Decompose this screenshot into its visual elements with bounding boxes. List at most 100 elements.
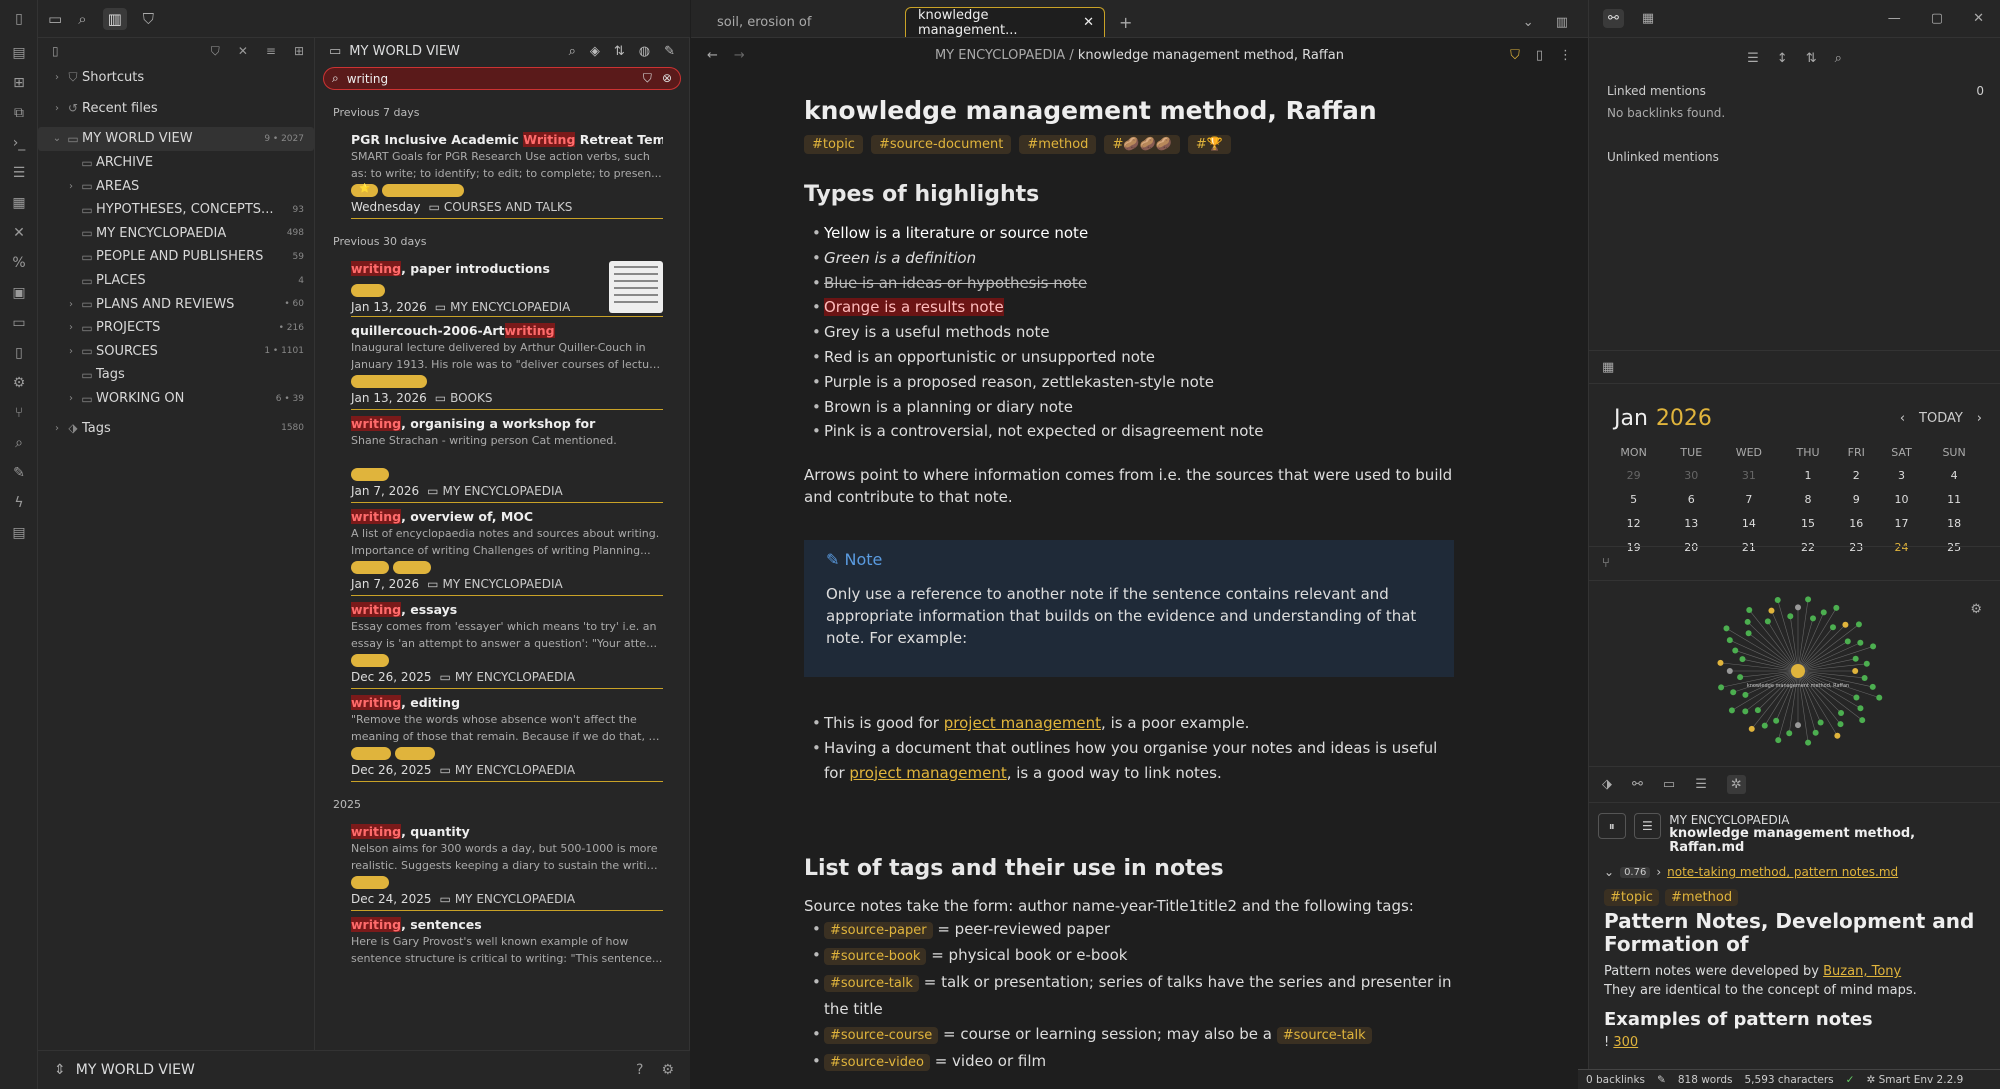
tree-folder[interactable]: › ▭ PROJECTS • 216 xyxy=(38,316,314,340)
pen-icon[interactable]: ✎ xyxy=(0,458,38,488)
book-icon[interactable]: ▯ xyxy=(0,338,38,368)
more-icon[interactable]: ⋮ xyxy=(1559,48,1572,63)
minimize-icon[interactable]: — xyxy=(1888,11,1901,26)
bookmark-icon[interactable]: ⛉ xyxy=(143,10,154,28)
linked-mentions[interactable]: Linked mentions 0 xyxy=(1589,84,2000,98)
search-result[interactable]: writing, organising a workshop for Shane… xyxy=(351,410,663,503)
prev-month-icon[interactable]: ‹ xyxy=(1900,411,1905,426)
tag-chip[interactable] xyxy=(351,375,427,388)
bolt-icon[interactable]: ϟ xyxy=(0,488,38,518)
next-month-icon[interactable]: › xyxy=(1977,411,1982,426)
doc-icon[interactable]: ▭ xyxy=(0,308,38,338)
search-result[interactable]: quillercouch-2006-Artwriting Inaugural l… xyxy=(351,317,663,410)
vault-name[interactable]: MY WORLD VIEW xyxy=(76,1062,195,1078)
sort-icon[interactable]: ≡ xyxy=(266,44,276,58)
tag-pill[interactable]: #source-paper xyxy=(824,921,933,939)
tree-folder[interactable]: › ▭ PLANS AND REVIEWS • 60 xyxy=(38,292,314,316)
tree-folder[interactable]: › ▭ SOURCES 1 • 1101 xyxy=(38,340,314,364)
tree-folder[interactable]: ▭ PEOPLE AND PUBLISHERS 59 xyxy=(38,245,314,269)
sidebar-right-icon[interactable]: ▥ xyxy=(1556,15,1568,30)
calendar-day[interactable]: 5 xyxy=(1602,487,1665,511)
calendar-day[interactable]: 17 xyxy=(1877,511,1926,535)
calendar-day[interactable]: 1 xyxy=(1780,463,1835,487)
pause-button[interactable]: ⏸ xyxy=(1598,813,1626,839)
calendar-day[interactable]: 12 xyxy=(1602,511,1665,535)
calendar-day[interactable]: 13 xyxy=(1665,511,1717,535)
internal-link[interactable]: project management xyxy=(849,764,1006,782)
internal-link[interactable]: Buzan, Tony xyxy=(1823,964,1901,979)
tag-pill[interactable]: #topic xyxy=(1604,889,1659,906)
tag-chip[interactable] xyxy=(393,561,431,574)
search-result[interactable]: writing, sentences Here is Gary Provost'… xyxy=(351,911,663,970)
tag-pill[interactable]: #source-document xyxy=(870,135,1012,154)
list-icon[interactable]: ☰ xyxy=(0,158,38,188)
tag-pill[interactable]: #source-book xyxy=(824,948,927,966)
clear-icon[interactable]: ⊗ xyxy=(662,71,672,86)
sort-icon[interactable]: ⇅ xyxy=(1806,51,1817,66)
copy-icon[interactable]: ⧉ xyxy=(0,98,38,128)
connection-row[interactable]: ⌄ 0.76 › note-taking method, pattern notes.… xyxy=(1588,855,2000,879)
tag-chip[interactable] xyxy=(382,184,465,197)
panel-icon[interactable]: ▥ xyxy=(102,7,127,30)
canvas-icon[interactable]: ⊞ xyxy=(0,68,38,98)
unlinked-mentions[interactable]: Unlinked mentions xyxy=(1589,150,2000,164)
search-result[interactable]: writing, overview of, MOC A list of ency… xyxy=(351,503,663,596)
connection-link[interactable]: note-taking method, pattern notes.md xyxy=(1667,865,1898,879)
tree-folder[interactable]: ▭ Tags xyxy=(38,363,314,387)
tag-chip[interactable] xyxy=(351,284,385,297)
search-box[interactable]: ⌕ writing ⛉ ⊗ xyxy=(323,67,681,90)
calendar-day[interactable]: 10 xyxy=(1877,487,1926,511)
calendar-day[interactable]: 14 xyxy=(1717,511,1780,535)
back-icon[interactable]: ← xyxy=(707,48,718,63)
tag-chip[interactable]: ⭐ xyxy=(351,184,379,197)
tag-pill[interactable]: #method xyxy=(1664,889,1739,906)
today-button[interactable]: TODAY xyxy=(1919,411,1963,426)
panel-icon[interactable]: ▯ xyxy=(52,44,59,58)
link-icon[interactable]: ⚯ xyxy=(1632,777,1643,792)
clipboard-icon[interactable]: ▤ xyxy=(0,518,38,548)
edit-icon[interactable]: ✎ xyxy=(664,44,675,59)
calendar-day[interactable]: 3 xyxy=(1877,463,1926,487)
internal-link[interactable]: 300 xyxy=(1613,1035,1638,1050)
calendar-day[interactable]: 18 xyxy=(1926,511,1982,535)
tree-folder[interactable]: ▭ ARCHIVE xyxy=(38,151,314,175)
sort-icon[interactable]: ⇅ xyxy=(614,44,625,59)
calendar-icon[interactable]: ▦ xyxy=(1602,360,1614,375)
maximize-icon[interactable]: ▢ xyxy=(1931,11,1943,26)
percent-icon[interactable]: % xyxy=(0,248,38,278)
tag-chip[interactable] xyxy=(351,468,389,481)
search-result[interactable]: writing, essays Essay comes from 'essaye… xyxy=(351,596,663,689)
search-icon[interactable]: ⌕ xyxy=(1835,51,1842,66)
help-icon[interactable]: ? xyxy=(636,1062,643,1078)
new-tab-button[interactable]: + xyxy=(1105,7,1146,37)
tag-pill[interactable]: #🏆 xyxy=(1187,135,1231,154)
search-icon[interactable]: ⌕ xyxy=(78,10,86,28)
palette-icon[interactable]: ◍ xyxy=(639,44,650,59)
calendar-day[interactable]: 31 xyxy=(1717,463,1780,487)
search-input[interactable]: writing xyxy=(347,72,388,86)
calendar-day[interactable]: 9 xyxy=(1836,487,1877,511)
expand-icon[interactable]: ↕ xyxy=(1777,51,1788,66)
tag-chip[interactable] xyxy=(351,876,389,889)
search-result[interactable]: writing, quantity Nelson aims for 300 wo… xyxy=(351,818,663,911)
sidebar-toggle-icon[interactable]: ▯ xyxy=(0,0,38,38)
calendar-day[interactable]: 6 xyxy=(1665,487,1717,511)
tree-folder[interactable]: ▭ HYPOTHESES, CONCEPTS... 93 xyxy=(38,198,314,222)
calendar-day[interactable]: 2 xyxy=(1836,463,1877,487)
forward-icon[interactable]: → xyxy=(734,48,745,63)
sync-icon[interactable]: ✓ xyxy=(1846,1074,1855,1086)
tree-recent-files[interactable]: › ↺ Recent files xyxy=(38,97,314,121)
tag-icon[interactable]: ⬗ xyxy=(1602,777,1612,792)
internal-link[interactable]: project management xyxy=(944,714,1101,732)
menu-button[interactable]: ☰ xyxy=(1633,813,1662,839)
reading-view-icon[interactable]: ▯ xyxy=(1536,48,1543,63)
tag-pill[interactable]: #method xyxy=(1019,135,1097,154)
calendar-day[interactable]: 4 xyxy=(1926,463,1982,487)
tree-shortcuts[interactable]: › ⛉ Shortcuts xyxy=(38,66,314,90)
zoom-icon[interactable]: ⌕ xyxy=(0,428,38,458)
calendar-day[interactable]: 11 xyxy=(1926,487,1982,511)
collapse-icon[interactable]: ✕ xyxy=(238,44,248,58)
archive-icon[interactable]: ▭ xyxy=(1663,777,1675,792)
close-icon[interactable]: ✕ xyxy=(1973,11,1984,26)
gear-alt-icon[interactable]: ⚙ xyxy=(0,368,38,398)
